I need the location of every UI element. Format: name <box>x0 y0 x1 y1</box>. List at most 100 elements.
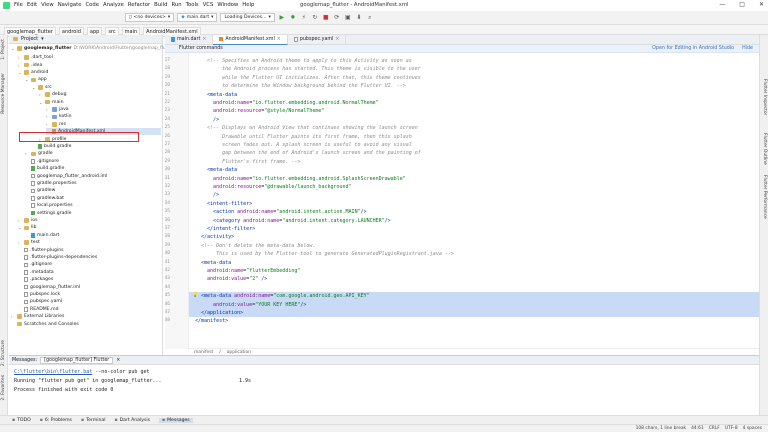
chevron-down-icon[interactable]: ⌄ <box>39 100 43 105</box>
breadcrumb-application[interactable]: application <box>227 350 251 355</box>
maximize-button[interactable]: □ <box>739 1 745 8</box>
chevron-right-icon[interactable]: › <box>18 240 22 245</box>
avd-manager-icon[interactable]: ▣ <box>344 14 352 22</box>
tree-item[interactable]: › ios <box>18 217 37 224</box>
menu-item-run[interactable]: Run <box>171 2 181 8</box>
status-caret-position[interactable]: 44:61 <box>691 426 704 431</box>
close-icon[interactable]: × <box>116 358 120 363</box>
tree-item[interactable]: .flutter-plugins <box>18 246 64 253</box>
tree-item[interactable]: .packages <box>18 276 53 283</box>
intention-bulb-icon[interactable]: 💡 <box>192 292 198 298</box>
chevron-down-icon[interactable]: ▾ <box>41 36 44 42</box>
bottom-tab[interactable]: ▪ TODO <box>12 418 31 423</box>
bottom-tab[interactable]: ▪ Messages <box>159 417 193 423</box>
sync-icon[interactable]: ⟳ <box>333 14 341 22</box>
tree-item[interactable]: .gitignore <box>25 158 59 165</box>
tree-item[interactable]: build.gradle <box>32 143 71 150</box>
bottom-tab[interactable]: ▪ Dart Analysis <box>114 418 150 423</box>
tree-item[interactable]: gradlew <box>25 187 55 194</box>
tree-item[interactable]: › res <box>46 121 66 128</box>
menu-item-tools[interactable]: Tools <box>186 2 199 8</box>
hot-reload-icon[interactable]: ⚡ <box>300 14 308 22</box>
menu-item-edit[interactable]: Edit <box>27 2 37 8</box>
tree-item[interactable]: googlemap_flutter_android.iml <box>25 172 107 179</box>
chevron-right-icon[interactable]: › <box>11 314 15 319</box>
chevron-right-icon[interactable]: › <box>46 114 50 119</box>
chevron-right-icon[interactable]: › <box>46 122 50 127</box>
tree-item[interactable]: › kotlin <box>46 113 72 120</box>
chevron-right-icon[interactable]: › <box>18 63 22 68</box>
minimize-button[interactable]: — <box>719 1 725 8</box>
tree-item[interactable]: Scratches and Consoles <box>11 320 79 327</box>
menu-item-build[interactable]: Build <box>154 2 167 8</box>
search-icon[interactable]: ⌕ <box>366 14 374 22</box>
tree-item[interactable]: ⌄ main <box>39 98 63 105</box>
menu-item-help[interactable]: Help <box>242 2 254 8</box>
sdk-manager-icon[interactable]: ⬇ <box>355 14 363 22</box>
tree-item[interactable]: › java <box>46 106 69 113</box>
tool-tab-flutter-inspector[interactable]: Flutter Inspector <box>762 79 767 115</box>
close-icon[interactable]: × <box>277 37 281 42</box>
bottom-tab[interactable]: ▪ 6: Problems <box>40 418 72 423</box>
chevron-right-icon[interactable]: › <box>18 218 22 223</box>
tree-item[interactable]: settings.gradle <box>25 209 71 216</box>
breadcrumb-manifest[interactable]: manifest <box>194 350 213 355</box>
chevron-down-icon[interactable]: ⌄ <box>32 85 36 90</box>
status-line-separator[interactable]: CRLF <box>709 426 720 431</box>
chevron-down-icon[interactable]: ⌄ <box>18 70 22 75</box>
tree-item[interactable]: main.dart <box>25 232 59 239</box>
chevron-right-icon[interactable]: › <box>46 107 50 112</box>
tree-item[interactable]: .metadata <box>18 269 54 276</box>
menu-item-vcs[interactable]: VCS <box>203 2 214 8</box>
chevron-down-icon[interactable]: ⌄ <box>25 77 29 82</box>
tool-tab-structure[interactable]: 2: Structure <box>1 340 6 366</box>
editor-tab[interactable]: pubspec.yaml × <box>288 34 347 45</box>
tree-item[interactable]: › .idea <box>18 61 42 68</box>
tree-item[interactable]: › External Libraries <box>11 313 64 320</box>
tree-item[interactable]: gradle.properties <box>25 180 77 187</box>
tree-item[interactable]: pubspec.yaml <box>18 298 62 305</box>
menu-item-refactor[interactable]: Refactor <box>128 2 150 8</box>
editor-tab[interactable]: main.dart × <box>165 34 214 45</box>
tree-item[interactable]: gradlew.bat <box>25 195 64 202</box>
tree-item[interactable]: pubspec.lock <box>18 291 60 298</box>
tool-tab-project[interactable]: 1: Project <box>1 39 6 60</box>
project-view-selector[interactable]: Project <box>21 36 38 42</box>
tool-tab-resource-manager[interactable]: Resource Manager <box>1 73 6 114</box>
editor-tab[interactable]: AndroidManifest.xml × <box>213 34 288 45</box>
chevron-right-icon[interactable]: › <box>25 151 29 156</box>
hide-link[interactable]: Hide <box>742 46 753 51</box>
tree-item[interactable]: ⌄ android <box>18 69 48 76</box>
menu-item-analyze[interactable]: Analyze <box>103 2 124 8</box>
tool-tab-flutter-outline[interactable]: Flutter Outline <box>762 133 767 165</box>
menu-item-window[interactable]: Window <box>217 2 238 8</box>
debug-icon[interactable]: ✹ <box>289 14 297 22</box>
messages-tab[interactable]: [googlemap_flutter] Flutter <box>40 356 114 364</box>
tree-item[interactable]: ⌄ src <box>32 84 52 91</box>
tree-item[interactable]: .gitignore <box>18 261 52 268</box>
restart-icon[interactable]: ↻ <box>311 14 319 22</box>
menu-item-view[interactable]: View <box>41 2 54 8</box>
status-indent[interactable]: 4 spaces <box>743 426 762 431</box>
tree-item[interactable]: › test <box>18 239 40 246</box>
menu-item-navigate[interactable]: Navigate <box>58 2 82 8</box>
tree-item[interactable]: › .dart_tool <box>18 54 53 61</box>
tree-root[interactable]: ⌄ googlemap_flutter D:\WORK\Android\Flut… <box>11 45 174 52</box>
tree-item[interactable]: ⌄ lib <box>18 224 36 231</box>
chevron-right-icon[interactable]: › <box>39 92 43 97</box>
run-icon[interactable]: ▶ <box>278 14 286 22</box>
tree-item[interactable]: › debug <box>39 91 67 98</box>
tree-item[interactable]: build.gradle <box>25 165 64 172</box>
menu-item-code[interactable]: Code <box>85 2 99 8</box>
tree-item[interactable]: googlemap_flutter.iml <box>18 283 80 290</box>
close-icon[interactable]: × <box>202 37 206 42</box>
tree-item[interactable]: local.properties <box>25 202 73 209</box>
status-encoding[interactable]: UTF-8 <box>725 426 738 431</box>
close-button[interactable]: ✕ <box>759 1 764 8</box>
tree-item[interactable]: .flutter-plugins-dependencies <box>18 254 97 261</box>
bottom-tab[interactable]: ▪ Terminal <box>81 418 106 423</box>
tree-item[interactable]: ⌄ app <box>25 76 47 83</box>
device-selector[interactable]: ▯ <no devices> ▾ <box>125 13 175 22</box>
chevron-down-icon[interactable]: ⌄ <box>18 225 22 230</box>
chevron-down-icon[interactable]: ⌄ <box>11 46 15 51</box>
